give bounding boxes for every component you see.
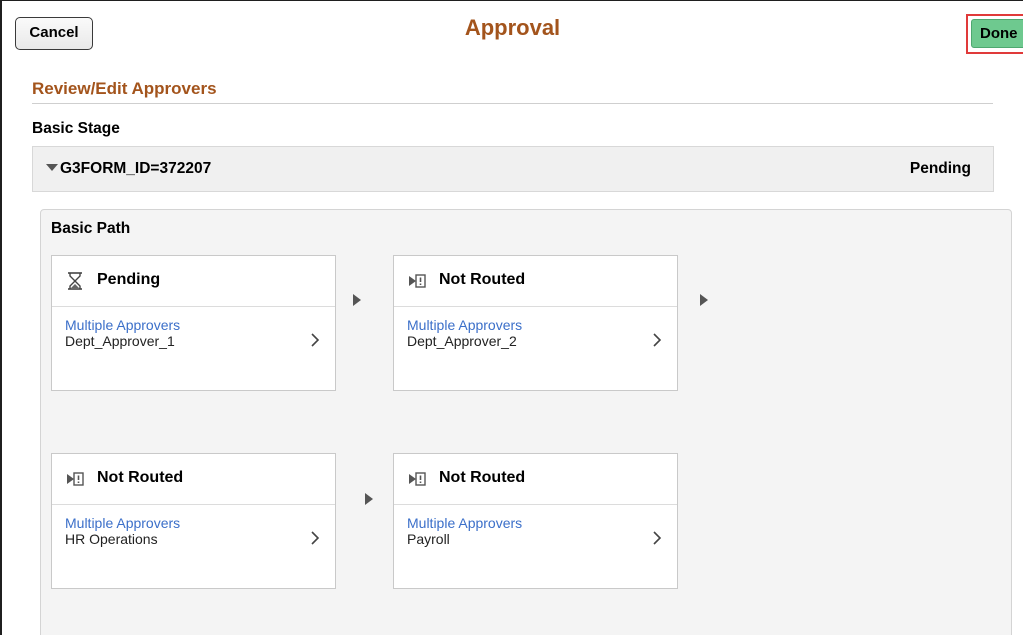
approval-step-1: Pending Multiple Approvers Dept_Approver…	[51, 255, 336, 391]
path-arrow-icon	[700, 294, 708, 306]
chevron-right-icon	[653, 531, 662, 545]
done-button-highlight: Done	[966, 14, 1023, 54]
basic-path-panel: Basic Path Pending Multiple Approvers De…	[40, 209, 1012, 635]
multiple-approvers-link[interactable]: Multiple Approvers	[65, 317, 180, 333]
approver-name: HR Operations	[65, 531, 158, 547]
approval-page: Cancel Approval Done Review/Edit Approve…	[0, 0, 1023, 635]
multiple-approvers-link[interactable]: Multiple Approvers	[407, 515, 522, 531]
page-title: Approval	[464, 15, 561, 40]
top-bar: Cancel Approval Done	[2, 1, 1023, 59]
step-approver-link[interactable]: Multiple Approvers Dept_Approver_1	[52, 307, 335, 391]
done-button[interactable]: Done	[971, 19, 1023, 48]
stage-label: Basic Stage	[32, 120, 120, 137]
chevron-right-icon	[653, 333, 662, 347]
step-status: Not Routed	[439, 271, 526, 288]
cancel-button[interactable]: Cancel	[15, 17, 93, 50]
step-header: Not Routed	[394, 454, 677, 505]
path-label: Basic Path	[51, 220, 131, 237]
path-arrow-icon	[365, 493, 373, 505]
step-approver-link[interactable]: Multiple Approvers Payroll	[394, 505, 677, 589]
approval-step-3: Not Routed Multiple Approvers HR Operati…	[51, 453, 336, 589]
approver-name: Dept_Approver_2	[407, 333, 517, 349]
section-divider	[32, 103, 993, 104]
approver-name: Payroll	[407, 531, 450, 547]
section-title: Review/Edit Approvers	[32, 79, 217, 98]
step-header: Not Routed	[394, 256, 677, 307]
not-routed-icon	[409, 274, 426, 288]
approval-step-2: Not Routed Multiple Approvers Dept_Appro…	[393, 255, 678, 391]
multiple-approvers-link[interactable]: Multiple Approvers	[407, 317, 522, 333]
hourglass-icon	[68, 272, 82, 290]
chevron-right-icon	[311, 333, 320, 347]
multiple-approvers-link[interactable]: Multiple Approvers	[65, 515, 180, 531]
step-header: Pending	[52, 256, 335, 307]
chevron-right-icon	[311, 531, 320, 545]
step-status: Not Routed	[439, 469, 526, 486]
step-status: Not Routed	[97, 469, 184, 486]
approval-step-4: Not Routed Multiple Approvers Payroll	[393, 453, 678, 589]
form-id: G3FORM_ID=372207	[60, 160, 212, 177]
step-header: Not Routed	[52, 454, 335, 505]
step-approver-link[interactable]: Multiple Approvers Dept_Approver_2	[394, 307, 677, 391]
not-routed-icon	[409, 472, 426, 486]
form-collapsible-header[interactable]: G3FORM_ID=372207 Pending	[32, 146, 994, 192]
caret-down-icon	[46, 164, 58, 171]
step-approver-link[interactable]: Multiple Approvers HR Operations	[52, 505, 335, 589]
approver-name: Dept_Approver_1	[65, 333, 175, 349]
path-arrow-icon	[353, 294, 361, 306]
step-status: Pending	[97, 271, 161, 288]
not-routed-icon	[67, 472, 84, 486]
form-status: Pending	[909, 160, 971, 177]
